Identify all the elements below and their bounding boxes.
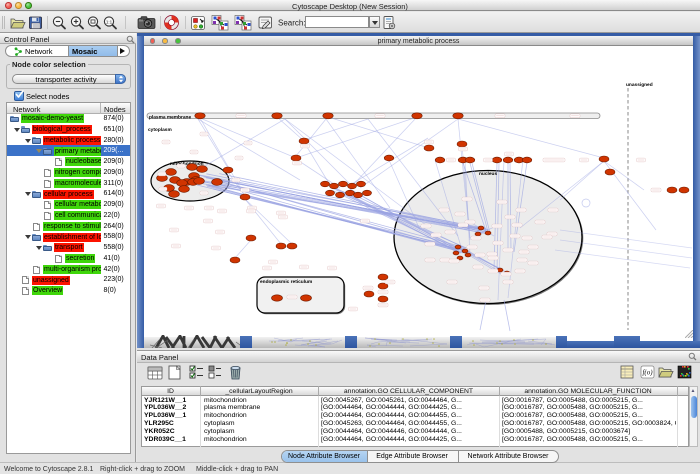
svg-text:nucleus: nucleus	[479, 171, 497, 177]
svg-text:cytoplasm: cytoplasm	[148, 127, 172, 133]
svg-text:Search:: Search:	[278, 19, 306, 28]
svg-text:plasma membrane: plasma membrane	[149, 115, 191, 121]
svg-text:unassigned: unassigned	[626, 82, 653, 88]
svg-text:endoplasmic reticulum: endoplasmic reticulum	[260, 279, 312, 285]
svg-text:f(o): f(o)	[642, 369, 653, 377]
svg-text:1:1: 1:1	[106, 19, 113, 24]
